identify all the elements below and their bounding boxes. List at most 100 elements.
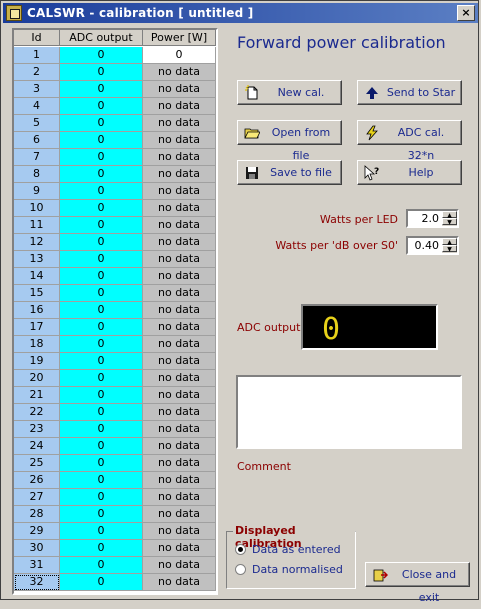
cell-adc-output[interactable]: 0 bbox=[60, 183, 143, 200]
cell-adc-output[interactable]: 0 bbox=[60, 336, 143, 353]
cell-power[interactable]: no data bbox=[143, 523, 216, 540]
table-row[interactable]: 2 0 no data bbox=[14, 64, 216, 81]
cell-power[interactable]: no data bbox=[143, 404, 216, 421]
table-row[interactable]: 26 0 no data bbox=[14, 472, 216, 489]
cell-power[interactable]: no data bbox=[143, 421, 216, 438]
cell-adc-output[interactable]: 0 bbox=[60, 404, 143, 421]
cell-adc-output[interactable]: 0 bbox=[60, 47, 143, 64]
table-row[interactable]: 29 0 no data bbox=[14, 523, 216, 540]
table-row[interactable]: 23 0 no data bbox=[14, 421, 216, 438]
cell-power[interactable]: no data bbox=[143, 234, 216, 251]
table-row[interactable]: 22 0 no data bbox=[14, 404, 216, 421]
table-row[interactable]: 5 0 no data bbox=[14, 115, 216, 132]
cell-power[interactable]: no data bbox=[143, 64, 216, 81]
table-row[interactable]: 13 0 no data bbox=[14, 251, 216, 268]
radio-label-data-normalised[interactable]: Data normalised bbox=[252, 563, 343, 576]
cell-adc-output[interactable]: 0 bbox=[60, 268, 143, 285]
table-row[interactable]: 11 0 no data bbox=[14, 217, 216, 234]
table-row[interactable]: 20 0 no data bbox=[14, 370, 216, 387]
cell-power[interactable]: 0 bbox=[143, 47, 216, 64]
cell-power[interactable]: no data bbox=[143, 268, 216, 285]
table-row[interactable]: 21 0 no data bbox=[14, 387, 216, 404]
table-row[interactable]: 7 0 no data bbox=[14, 149, 216, 166]
cell-power[interactable]: no data bbox=[143, 319, 216, 336]
spin-down-icon[interactable]: ▼ bbox=[442, 245, 457, 253]
cell-adc-output[interactable]: 0 bbox=[60, 115, 143, 132]
cell-power[interactable]: no data bbox=[143, 166, 216, 183]
cell-adc-output[interactable]: 0 bbox=[60, 251, 143, 268]
cell-adc-output[interactable]: 0 bbox=[60, 421, 143, 438]
cell-adc-output[interactable]: 0 bbox=[60, 98, 143, 115]
cell-adc-output[interactable]: 0 bbox=[60, 472, 143, 489]
watts-per-db-value[interactable]: 0.40 bbox=[415, 239, 440, 252]
cell-power[interactable]: no data bbox=[143, 149, 216, 166]
radio-data-as-entered[interactable] bbox=[235, 544, 246, 555]
spin-up-icon[interactable]: ▲ bbox=[442, 238, 457, 246]
cell-power[interactable]: no data bbox=[143, 183, 216, 200]
watts-per-led-spinner[interactable]: 2.0 ▲ ▼ bbox=[406, 209, 459, 228]
table-row[interactable]: 4 0 no data bbox=[14, 98, 216, 115]
cell-power[interactable]: no data bbox=[143, 370, 216, 387]
cell-power[interactable]: no data bbox=[143, 200, 216, 217]
cell-adc-output[interactable]: 0 bbox=[60, 370, 143, 387]
cell-power[interactable]: no data bbox=[143, 217, 216, 234]
cell-power[interactable]: no data bbox=[143, 557, 216, 574]
table-row[interactable]: 30 0 no data bbox=[14, 540, 216, 557]
table-row[interactable]: 8 0 no data bbox=[14, 166, 216, 183]
table-row[interactable]: 3 0 no data bbox=[14, 81, 216, 98]
close-and-exit-button[interactable]: Close and exit bbox=[365, 562, 470, 604]
new-cal-button[interactable]: New cal. bbox=[237, 80, 342, 105]
comment-textarea[interactable] bbox=[236, 375, 462, 449]
table-row[interactable]: 12 0 no data bbox=[14, 234, 216, 251]
cell-adc-output[interactable]: 0 bbox=[60, 387, 143, 404]
help-button[interactable]: ? Help bbox=[357, 160, 462, 185]
table-row[interactable]: 24 0 no data bbox=[14, 438, 216, 455]
table-row[interactable]: 100 bbox=[14, 47, 216, 64]
watts-per-led-arrows[interactable]: ▲ ▼ bbox=[442, 211, 457, 226]
cell-adc-output[interactable]: 0 bbox=[60, 64, 143, 81]
spin-down-icon[interactable]: ▼ bbox=[442, 218, 457, 226]
table-row[interactable]: 14 0 no data bbox=[14, 268, 216, 285]
cell-adc-output[interactable]: 0 bbox=[60, 81, 143, 98]
cell-adc-output[interactable]: 0 bbox=[60, 132, 143, 149]
cell-power[interactable]: no data bbox=[143, 98, 216, 115]
column-header-id[interactable]: Id bbox=[14, 30, 60, 46]
table-row[interactable]: 6 0 no data bbox=[14, 132, 216, 149]
watts-per-db-arrows[interactable]: ▲ ▼ bbox=[442, 238, 457, 253]
spin-up-icon[interactable]: ▲ bbox=[442, 211, 457, 219]
table-row[interactable]: 31 0 no data bbox=[14, 557, 216, 574]
cell-power[interactable]: no data bbox=[143, 302, 216, 319]
save-to-file-button[interactable]: Save to file bbox=[237, 160, 342, 185]
close-icon[interactable]: × bbox=[457, 5, 475, 21]
cell-adc-output[interactable]: 0 bbox=[60, 523, 143, 540]
cell-power[interactable]: no data bbox=[143, 472, 216, 489]
radio-label-data-as-entered[interactable]: Data as entered bbox=[252, 543, 341, 556]
cell-power[interactable]: no data bbox=[143, 285, 216, 302]
cell-adc-output[interactable]: 0 bbox=[60, 302, 143, 319]
cell-adc-output[interactable]: 0 bbox=[60, 319, 143, 336]
cell-power[interactable]: no data bbox=[143, 336, 216, 353]
table-row[interactable]: 10 0 no data bbox=[14, 200, 216, 217]
table-row[interactable]: 25 0 no data bbox=[14, 455, 216, 472]
cell-power[interactable]: no data bbox=[143, 251, 216, 268]
table-row[interactable]: 19 0 no data bbox=[14, 353, 216, 370]
cell-adc-output[interactable]: 0 bbox=[60, 234, 143, 251]
table-row[interactable]: 17 0 no data bbox=[14, 319, 216, 336]
calibration-table[interactable]: Id ADC output Power [W] 1 0 0 2 0 no data 3 0 no… bbox=[12, 28, 218, 595]
cell-adc-output[interactable]: 0 bbox=[60, 489, 143, 506]
cell-power[interactable]: no data bbox=[143, 132, 216, 149]
cell-adc-output[interactable]: 0 bbox=[60, 353, 143, 370]
send-to-star-button[interactable]: Send to Star bbox=[357, 80, 462, 105]
table-row[interactable]: 9 0 no data bbox=[14, 183, 216, 200]
cell-power[interactable]: no data bbox=[143, 574, 216, 591]
column-header-power[interactable]: Power [W] bbox=[143, 30, 216, 46]
cell-adc-output[interactable]: 0 bbox=[60, 506, 143, 523]
cell-adc-output[interactable]: 0 bbox=[60, 438, 143, 455]
cell-adc-output[interactable]: 0 bbox=[60, 574, 143, 591]
cell-adc-output[interactable]: 0 bbox=[60, 149, 143, 166]
cell-adc-output[interactable]: 0 bbox=[60, 540, 143, 557]
cell-adc-output[interactable]: 0 bbox=[60, 285, 143, 302]
cell-adc-output[interactable]: 0 bbox=[60, 455, 143, 472]
table-row[interactable]: 15 0 no data bbox=[14, 285, 216, 302]
cell-power[interactable]: no data bbox=[143, 81, 216, 98]
